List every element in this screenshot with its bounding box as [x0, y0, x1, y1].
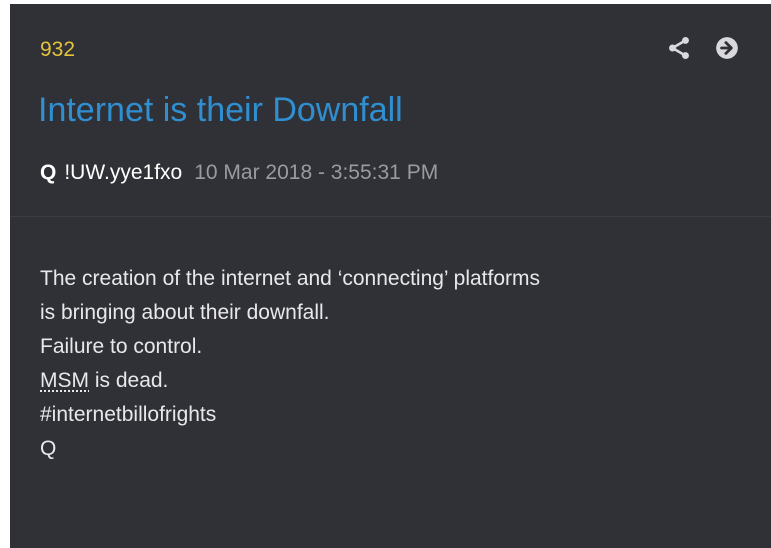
post-body-line: MSM is dead. — [40, 364, 750, 398]
post-tripcode: !UW.yye1fxo — [64, 161, 183, 184]
post-body-hashtag: #internetbillofrights — [40, 403, 217, 426]
post-body-line: Failure to control. — [40, 335, 203, 358]
post-title[interactable]: Internet is their Downfall — [38, 90, 403, 130]
post-actions — [665, 34, 741, 62]
open-post-button[interactable] — [713, 34, 741, 62]
post-body-text: is dead. — [89, 369, 169, 392]
post-body-line: The creation of the internet and ‘connec… — [40, 267, 541, 290]
post-body: The creation of the internet and ‘connec… — [40, 262, 750, 466]
post-body-signature: Q — [40, 437, 57, 460]
post-timestamp: 10 Mar 2018 - 3:55:31 PM — [194, 161, 439, 184]
post-number[interactable]: 932 — [40, 38, 75, 62]
msm-abbreviation[interactable]: MSM — [40, 369, 89, 392]
post-author: Q — [40, 161, 57, 184]
post-card: 932 Internet is their Downfall Q !UW.yye… — [10, 4, 771, 548]
post-meta: Q !UW.yye1fxo 10 Mar 2018 - 3:55:31 PM — [40, 160, 438, 186]
share-icon — [669, 36, 689, 60]
post-header: 932 Internet is their Downfall Q !UW.yye… — [10, 4, 771, 217]
post-body-line: is bringing about their downfall. — [40, 301, 330, 324]
arrow-right-circle-icon — [716, 37, 738, 59]
share-button[interactable] — [665, 34, 693, 62]
